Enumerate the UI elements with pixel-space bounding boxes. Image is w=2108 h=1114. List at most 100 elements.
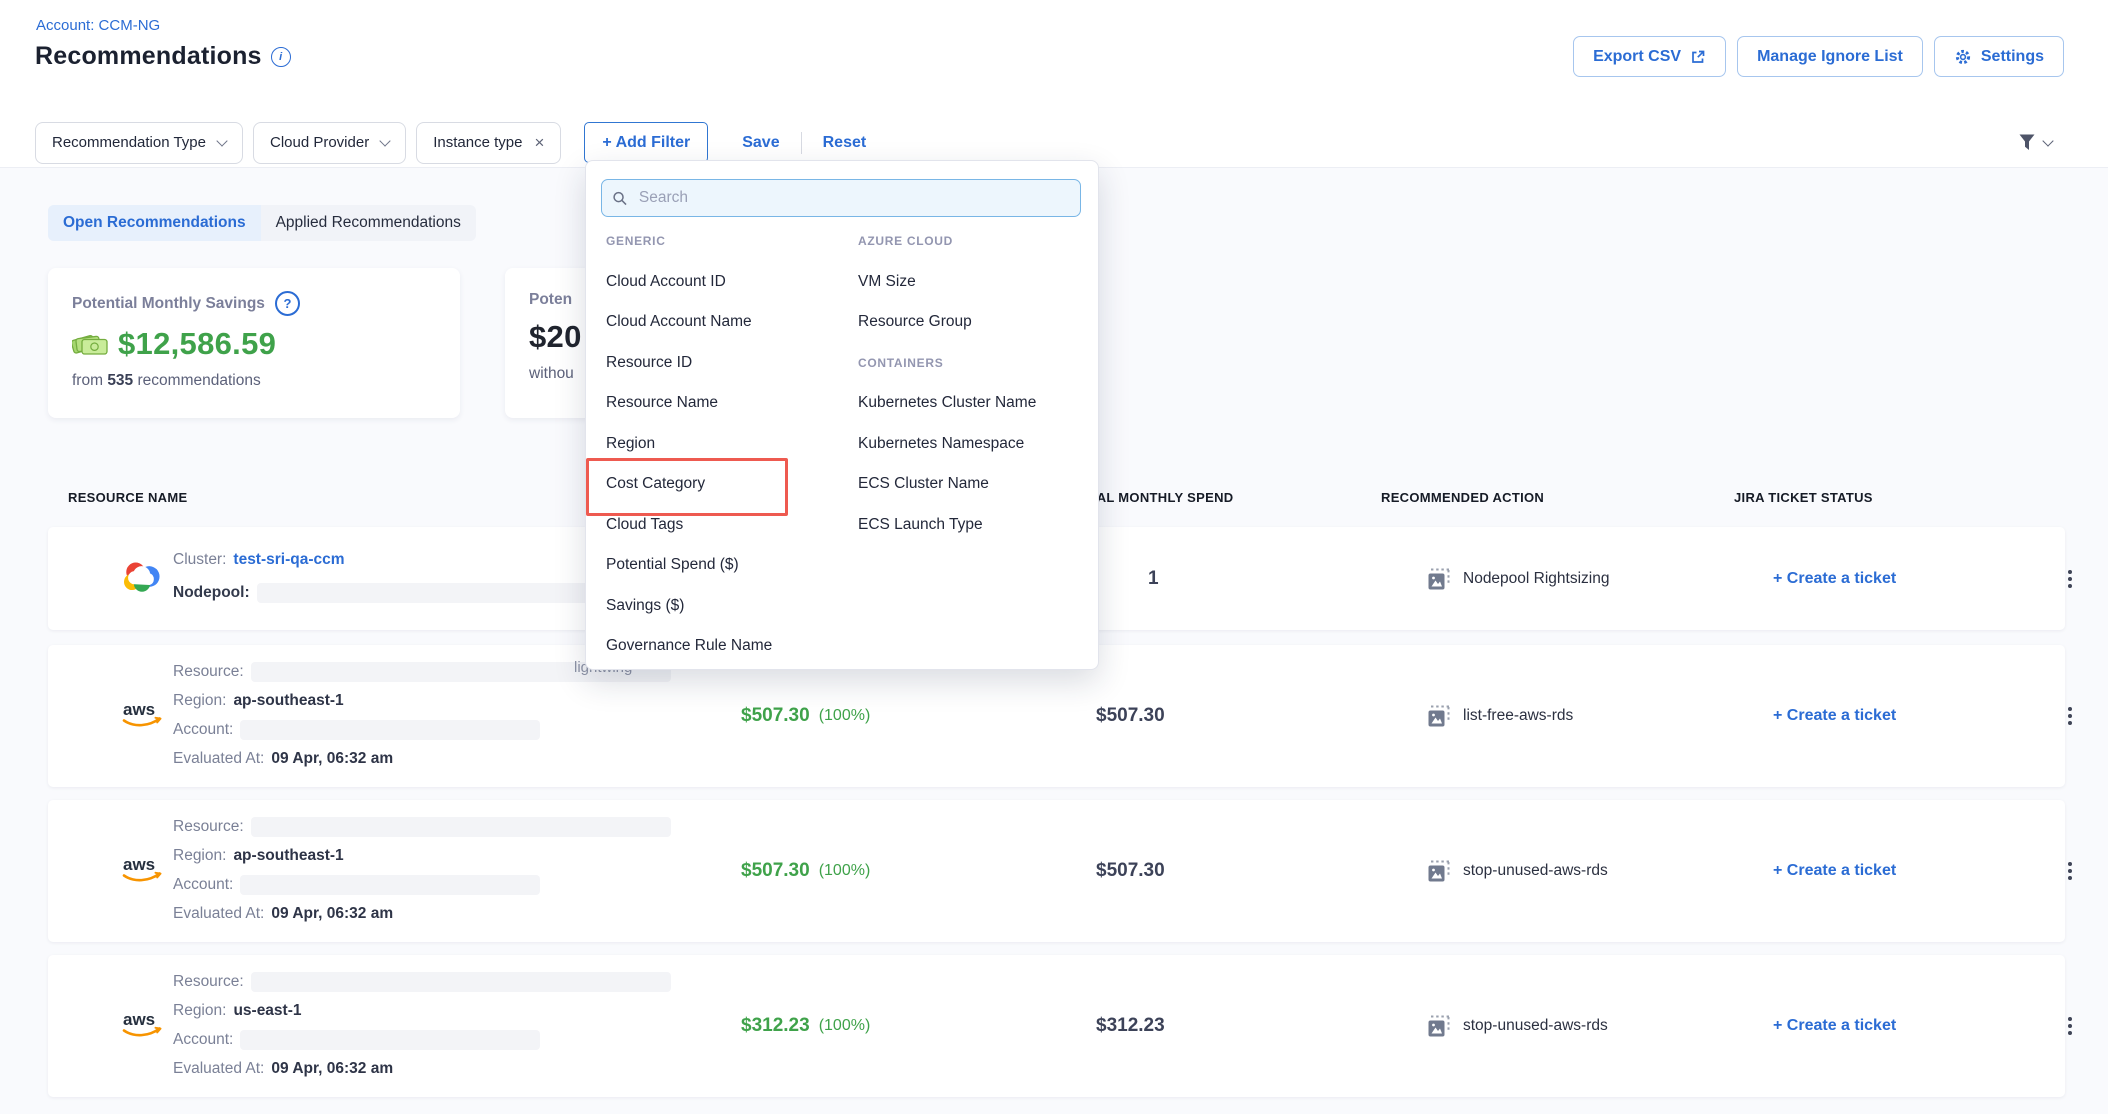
manage-ignore-list-button[interactable]: Manage Ignore List (1737, 36, 1923, 77)
dropdown-search[interactable] (601, 179, 1081, 217)
settings-button[interactable]: Settings (1934, 36, 2064, 77)
dropdown-item[interactable]: Resource Name (606, 394, 718, 412)
evaluated-at-value: 09 Apr, 06:32 am (271, 1060, 393, 1078)
gcp-cloud-icon (120, 558, 164, 599)
image-placeholder-icon (1427, 704, 1451, 728)
info-icon[interactable]: i (271, 47, 291, 67)
resource-name-cell: Cluster:test-sri-qa-ccmNodepool: (173, 543, 647, 609)
column-header-jira-ticket-status: JIRA TICKET STATUS (1734, 490, 1873, 505)
resource-label: Resource: (173, 818, 244, 836)
dropdown-item[interactable]: ECS Cluster Name (858, 475, 989, 493)
filter-chip-label: Cloud Provider (270, 134, 369, 151)
dropdown-item[interactable]: Savings ($) (606, 597, 684, 615)
add-filter-button[interactable]: + Add Filter (584, 122, 708, 163)
dropdown-item[interactable]: Region (606, 435, 655, 453)
save-filter-button[interactable]: Save (742, 134, 779, 152)
card-title-fragment: Poten (529, 291, 572, 309)
reset-filter-button[interactable]: Reset (823, 134, 867, 152)
dropdown-item[interactable]: Resource Group (858, 313, 972, 331)
close-icon[interactable]: × (534, 134, 544, 151)
filter-chip-recommendation-type[interactable]: Recommendation Type (35, 122, 243, 164)
tab-applied-recommendations[interactable]: Applied Recommendations (261, 205, 476, 241)
svg-text:aws: aws (123, 855, 155, 874)
aws-icon: aws (120, 1008, 166, 1044)
dropdown-item[interactable]: Cloud Tags (606, 516, 683, 534)
dropdown-item[interactable]: VM Size (858, 273, 916, 291)
breadcrumb-account-link[interactable]: Account: CCM-NG (36, 17, 160, 34)
savings-subtext: from 535 recommendations (72, 372, 436, 390)
create-ticket-link[interactable]: + Create a ticket (1773, 570, 1896, 588)
create-ticket-link[interactable]: + Create a ticket (1773, 1017, 1896, 1035)
region-value: us-east-1 (233, 1002, 301, 1020)
dropdown-item[interactable]: ECS Launch Type (858, 516, 983, 534)
evaluated-at-label: Evaluated At: (173, 1060, 264, 1078)
dropdown-item[interactable]: Cloud Account ID (606, 273, 726, 291)
redacted-value (251, 972, 671, 992)
potential-monthly-savings-card: Potential Monthly Savings ? $12,586.59 f… (48, 268, 460, 418)
add-filter-dropdown: GENERICCloud Account IDCloud Account Nam… (585, 160, 1099, 670)
evaluated-at-label: Evaluated At: (173, 750, 264, 768)
total-monthly-spend-cell: $507.30 (1096, 705, 1165, 727)
table-row[interactable]: aws Resource:Region:us-east-1Account:Eva… (48, 955, 2065, 1097)
evaluated-at-label: Evaluated At: (173, 905, 264, 923)
cluster-name-link[interactable]: test-sri-qa-ccm (233, 551, 344, 569)
potential-savings-cell: $507.30(100%) (741, 705, 870, 727)
image-placeholder-icon (1427, 859, 1451, 883)
create-ticket-link[interactable]: + Create a ticket (1773, 707, 1896, 725)
filter-panel-toggle[interactable] (2016, 131, 2052, 153)
aws-icon: aws (120, 698, 166, 734)
kebab-menu-icon[interactable] (2062, 856, 2078, 886)
redacted-value (240, 875, 540, 895)
export-csv-label: Export CSV (1593, 48, 1681, 66)
manage-ignore-list-label: Manage Ignore List (1757, 48, 1903, 66)
account-label: Account: (173, 1031, 233, 1049)
table-row[interactable]: aws Resource:Region:ap-southeast-1Accoun… (48, 800, 2065, 942)
filter-chip-cloud-provider[interactable]: Cloud Provider (253, 122, 406, 164)
recommended-action-label: list-free-aws-rds (1463, 707, 1573, 725)
dropdown-item[interactable]: Potential Spend ($) (606, 556, 739, 574)
search-input[interactable] (637, 188, 1070, 208)
account-label: Account: (173, 876, 233, 894)
create-ticket-link[interactable]: + Create a ticket (1773, 862, 1896, 880)
potential-savings-cell: $507.30(100%) (741, 860, 870, 882)
svg-text:aws: aws (123, 1010, 155, 1029)
kebab-menu-icon[interactable] (2062, 564, 2078, 594)
recommended-action-cell: stop-unused-aws-rds (1427, 1014, 1608, 1038)
card-value-fragment: $20 (529, 319, 582, 355)
column-header-resource-name: RESOURCE NAME (68, 490, 187, 505)
chevron-down-icon (2042, 135, 2053, 146)
dropdown-item[interactable]: Cloud Account Name (606, 313, 752, 331)
filter-chip-instance-type[interactable]: Instance type × (416, 122, 561, 164)
recommended-action-label: Nodepool Rightsizing (1463, 570, 1609, 588)
help-icon[interactable]: ? (275, 291, 300, 316)
evaluated-at-value: 09 Apr, 06:32 am (271, 905, 393, 923)
savings-percent: (100%) (819, 707, 871, 725)
kebab-menu-icon[interactable] (2062, 1011, 2078, 1041)
aws-icon: aws (120, 853, 166, 889)
dropdown-item[interactable]: Resource ID (606, 354, 692, 372)
evaluated-at-value: 09 Apr, 06:32 am (271, 750, 393, 768)
divider (801, 132, 802, 154)
recommended-action-label: stop-unused-aws-rds (1463, 1017, 1608, 1035)
redacted-value (240, 720, 540, 740)
nodepool-label: Nodepool: (173, 584, 250, 602)
region-label: Region: (173, 1002, 226, 1020)
tab-open-recommendations[interactable]: Open Recommendations (48, 205, 261, 241)
dropdown-item[interactable]: Governance Rule Name (606, 637, 772, 655)
chevron-down-icon (380, 135, 391, 146)
savings-value: $12,586.59 (118, 326, 276, 362)
recommended-action-label: stop-unused-aws-rds (1463, 862, 1608, 880)
export-csv-button[interactable]: Export CSV (1573, 36, 1726, 77)
dropdown-item[interactable]: Cost Category (606, 475, 705, 493)
dropdown-item[interactable]: Kubernetes Namespace (858, 435, 1024, 453)
recommendations-tabs: Open Recommendations Applied Recommendat… (48, 205, 476, 241)
total-monthly-spend-cell: $312.23 (1096, 1015, 1165, 1037)
resource-name-cell: Resource:Region:us-east-1Account:Evaluat… (173, 967, 671, 1083)
dropdown-item[interactable]: Kubernetes Cluster Name (858, 394, 1036, 412)
chevron-down-icon (216, 135, 227, 146)
kebab-menu-icon[interactable] (2062, 701, 2078, 731)
dropdown-section-heading: CONTAINERS (858, 356, 943, 370)
dropdown-section-heading: AZURE CLOUD (858, 234, 953, 248)
redacted-value (251, 817, 671, 837)
page-title: Recommendations (35, 42, 262, 71)
